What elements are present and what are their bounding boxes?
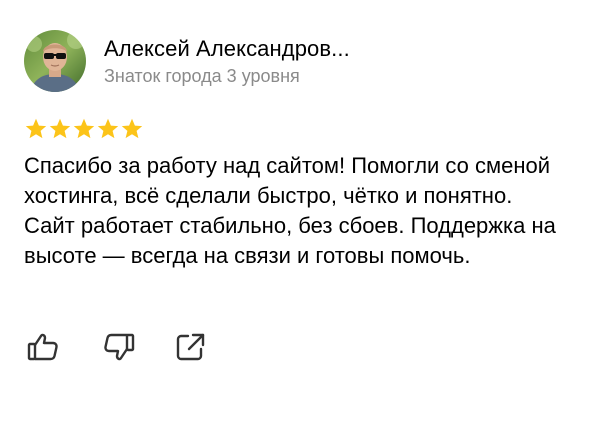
author-level: Знаток города 3 уровня [104,66,300,86]
star-icon [97,118,119,139]
review-text: Спасибо за работу над сайтом! Помогли со… [24,153,556,268]
author-name[interactable]: Алексей Александров... [104,36,350,62]
star-icon [73,118,95,139]
star-icon [25,118,47,139]
rating-stars [24,117,144,143]
like-button[interactable] [26,330,60,364]
star-icon [49,118,71,139]
avatar[interactable] [24,30,86,92]
star-icon [121,118,143,139]
share-button[interactable] [174,330,208,364]
dislike-button[interactable] [102,330,136,364]
avatar-photo [24,30,86,92]
share-icon [176,333,205,361]
review-card: Алексей Александров... Знаток города 3 у… [0,0,591,446]
thumbs-up-icon [27,333,58,361]
thumbs-down-icon [104,333,135,361]
